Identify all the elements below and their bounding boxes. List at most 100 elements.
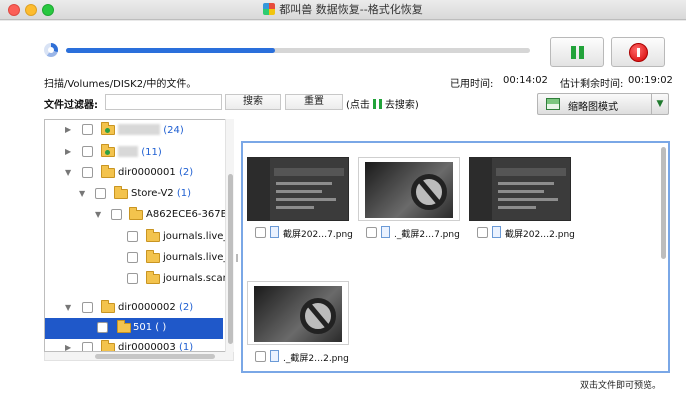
file-icon xyxy=(381,226,390,238)
tree-row-count: (1) xyxy=(176,188,192,199)
tree-row-label: dir0000002 xyxy=(118,302,176,313)
window-title-area: 都叫兽 数据恢复--格式化恢复 xyxy=(0,0,686,20)
tree-checkbox[interactable] xyxy=(127,231,138,242)
search-hint: (点击 去搜索) xyxy=(346,96,419,111)
remaining-time-label: 估计剩余时间: xyxy=(560,79,624,90)
stop-icon xyxy=(629,43,648,62)
file-icon xyxy=(492,226,501,238)
thumbnail-image xyxy=(247,281,349,345)
tree-row[interactable]: ▼ Store-V2 (1) xyxy=(45,184,223,205)
chevron-right-icon[interactable]: ▶ xyxy=(65,147,71,156)
tree-row[interactable]: ▼ A862ECE6-367E xyxy=(45,205,227,226)
elapsed-time-value: 00:14:02 xyxy=(503,75,548,86)
tree-row-label: dir0000003 xyxy=(118,342,176,352)
folder-icon xyxy=(146,229,160,242)
chevron-right-icon[interactable]: ▶ xyxy=(65,125,71,134)
folder-icon xyxy=(114,186,128,199)
thumbnail-item[interactable]: 截屏202…7.png xyxy=(243,143,353,253)
thumbnail-checkbox[interactable] xyxy=(255,351,266,362)
tree-row-label: Store-V2 xyxy=(131,188,174,199)
tree-row[interactable]: journals.scan xyxy=(45,269,229,290)
preview-hint: 双击文件即可预览。 xyxy=(580,381,662,391)
chevron-down-icon[interactable]: ▼ xyxy=(79,189,85,198)
stop-button[interactable] xyxy=(611,37,665,67)
search-hint-after: 去搜索) xyxy=(384,100,419,111)
scan-progress-bar xyxy=(66,48,530,53)
tree-row-label: A862ECE6-367E xyxy=(146,209,227,220)
pause-icon xyxy=(372,99,382,109)
chevron-down-icon[interactable]: ▼ xyxy=(65,303,71,312)
tree-checkbox[interactable] xyxy=(127,273,138,284)
tree-checkbox[interactable] xyxy=(95,188,106,199)
tree-row[interactable]: ▼ dir0000001 (2) xyxy=(45,163,223,184)
tree-checkbox[interactable] xyxy=(82,146,93,157)
app-logo-icon xyxy=(263,3,276,15)
pause-button[interactable] xyxy=(550,37,604,67)
thumbnail-checkbox[interactable] xyxy=(255,227,266,238)
remaining-time-value: 00:19:02 xyxy=(628,75,673,86)
file-icon xyxy=(270,350,279,362)
thumbnail-checkbox[interactable] xyxy=(477,227,488,238)
thumbnail-item[interactable]: ._截屏2…7.png xyxy=(354,143,464,253)
tree-row[interactable]: journals.live_ xyxy=(45,248,228,269)
tree-row-count: (1) xyxy=(178,342,194,352)
tree-checkbox[interactable] xyxy=(82,342,93,351)
tree-horizontal-scrollbar[interactable] xyxy=(44,352,234,361)
tree-checkbox[interactable] xyxy=(127,252,138,263)
file-filter-label: 文件过滤器: xyxy=(44,100,98,111)
tree-checkbox[interactable] xyxy=(97,322,108,333)
file-filter-input[interactable] xyxy=(105,94,222,110)
thumbnail-grid: 截屏202…7.png ._截屏2…7.png 截屏202…2.png ._截屏… xyxy=(241,141,670,373)
view-mode-dropdown[interactable]: 缩略图模式 ▼ xyxy=(537,93,669,115)
tree-row[interactable]: ▶ (11) xyxy=(45,142,223,163)
tree-checkbox[interactable] xyxy=(111,209,122,220)
file-icon xyxy=(270,226,279,238)
view-mode-label: 缩略图模式 xyxy=(568,102,618,113)
folder-icon xyxy=(117,320,131,333)
reset-button[interactable]: 重置 xyxy=(285,94,343,110)
chevron-right-icon[interactable]: ▶ xyxy=(65,343,71,351)
grid-vertical-scrollbar[interactable] xyxy=(660,143,668,371)
tree-row-label: journals.live_ xyxy=(163,231,229,242)
chevron-down-icon[interactable]: ▼ xyxy=(651,94,668,114)
search-button[interactable]: 搜索 xyxy=(225,94,281,110)
thumbnail-filename: 截屏202…2.png xyxy=(505,230,575,240)
thumbnail-filename: ._截屏2…7.png xyxy=(394,230,460,240)
folder-icon xyxy=(146,271,160,284)
panel-splitter[interactable]: ‖ xyxy=(235,253,239,262)
folder-icon xyxy=(101,340,115,351)
thumbnail-filename: ._截屏2…2.png xyxy=(283,354,349,364)
tree-row-selected[interactable]: 501 ( ) xyxy=(45,318,223,339)
thumbnail-icon xyxy=(546,98,560,110)
tree-checkbox[interactable] xyxy=(82,124,93,135)
scan-progress-fill xyxy=(66,48,275,53)
thumbnail-checkbox[interactable] xyxy=(366,227,377,238)
thumbnail-filename: 截屏202…7.png xyxy=(283,230,353,240)
chevron-down-icon[interactable]: ▼ xyxy=(95,210,101,219)
tree-checkbox[interactable] xyxy=(82,302,93,313)
folder-icon xyxy=(101,300,115,313)
no-preview-icon xyxy=(300,298,336,334)
folder-tree: ▶ (24) ▶ (11) ▼ dir0000001 (2) ▼ Store-V… xyxy=(44,119,234,352)
tree-row[interactable]: journals.live_ xyxy=(45,227,228,248)
redacted-label xyxy=(118,124,160,135)
no-preview-icon xyxy=(411,174,447,210)
tree-checkbox[interactable] xyxy=(82,167,93,178)
tree-row-label: journals.live_ xyxy=(163,252,229,263)
tree-row-count: (24) xyxy=(163,125,184,136)
thumbnail-item[interactable]: ._截屏2…2.png xyxy=(243,267,353,371)
tree-row-label: journals.scan xyxy=(163,273,229,284)
tree-vertical-scrollbar[interactable] xyxy=(225,119,234,352)
tree-row[interactable]: ▼ dir0000002 (2) xyxy=(45,298,223,319)
folder-icon xyxy=(146,250,160,263)
thumbnail-item[interactable]: 截屏202…2.png xyxy=(465,143,575,253)
tree-row[interactable]: ▶ (24) xyxy=(45,120,223,141)
tree-row-label: dir0000001 xyxy=(118,167,176,178)
folder-icon xyxy=(101,122,115,135)
thumbnail-image xyxy=(358,157,460,221)
loading-spinner-icon xyxy=(44,43,58,57)
tree-row[interactable]: ▶ dir0000003 (1) xyxy=(45,338,223,352)
thumbnail-image xyxy=(247,157,349,221)
thumbnail-image xyxy=(469,157,571,221)
chevron-down-icon[interactable]: ▼ xyxy=(65,168,71,177)
